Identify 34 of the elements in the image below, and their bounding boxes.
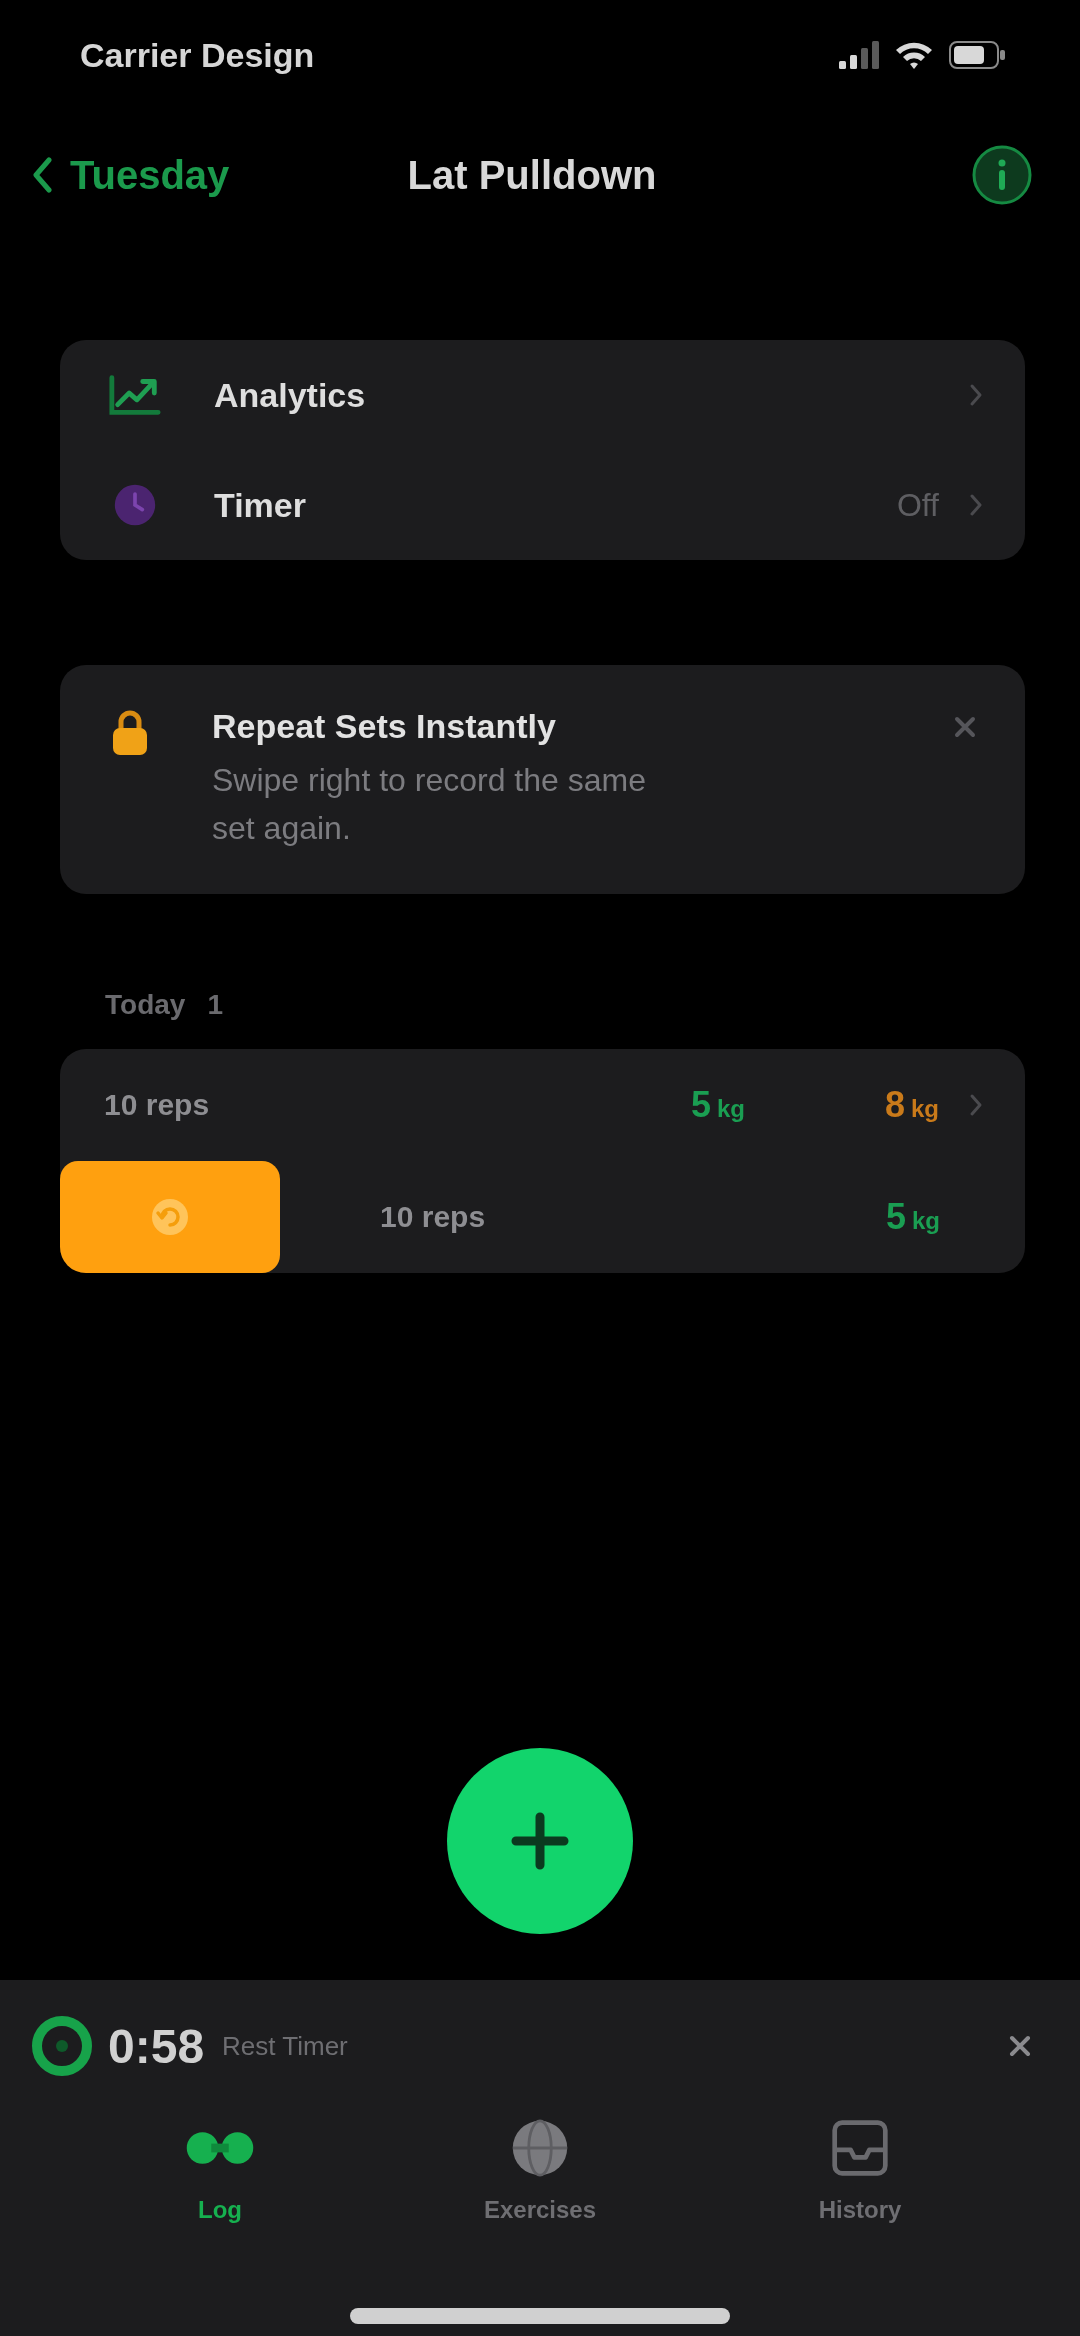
section-title: Today [105,989,186,1021]
carrier-text: Carrier Design [80,35,315,75]
weight-change-text: 5 kg [690,1084,745,1126]
plus-icon [510,1811,570,1871]
signal-icon [839,41,879,69]
tip-title: Repeat Sets Instantly [212,707,557,746]
count-text: 1 [207,989,223,1021]
chart-icon [108,373,162,417]
wifi-icon [895,41,933,69]
chevron-right-icon [969,1093,983,1117]
info-icon[interactable] [972,145,1032,205]
back-button[interactable]: Tuesday [32,152,230,198]
menu-row[interactable]: Analytics [60,340,1025,450]
timer-label: Rest Timer [222,2030,348,2062]
timer-text: 0:58 [108,2018,205,2074]
set-row[interactable]: 10 reps 5 kg 8 kg [60,1049,1025,1161]
page-title: Lat Pulldown [407,152,657,198]
menu-row[interactable]: Timer Off [60,450,1025,560]
weight-change-text: 8 kg [884,1084,939,1126]
battery-icon [949,41,1005,69]
repeat-icon [150,1197,190,1237]
chevron-right-icon [969,493,983,517]
tip-text: Swipe right to record the same set again. [212,761,647,848]
tab[interactable]: History [700,2112,1020,2224]
chevron-left-icon [32,157,52,193]
weight-change-text: 5 kg [885,1196,940,1238]
tab[interactable]: Exercises [380,2112,700,2224]
close-icon[interactable] [1008,2034,1032,2058]
set-row[interactable]: 10 reps 5 kg [280,1161,1025,1273]
value-text: Off [896,486,939,524]
progress-ring-icon [30,2014,94,2078]
chevron-right-icon [969,383,983,407]
tab[interactable]: Log [60,2112,380,2224]
lock-icon [110,709,150,757]
